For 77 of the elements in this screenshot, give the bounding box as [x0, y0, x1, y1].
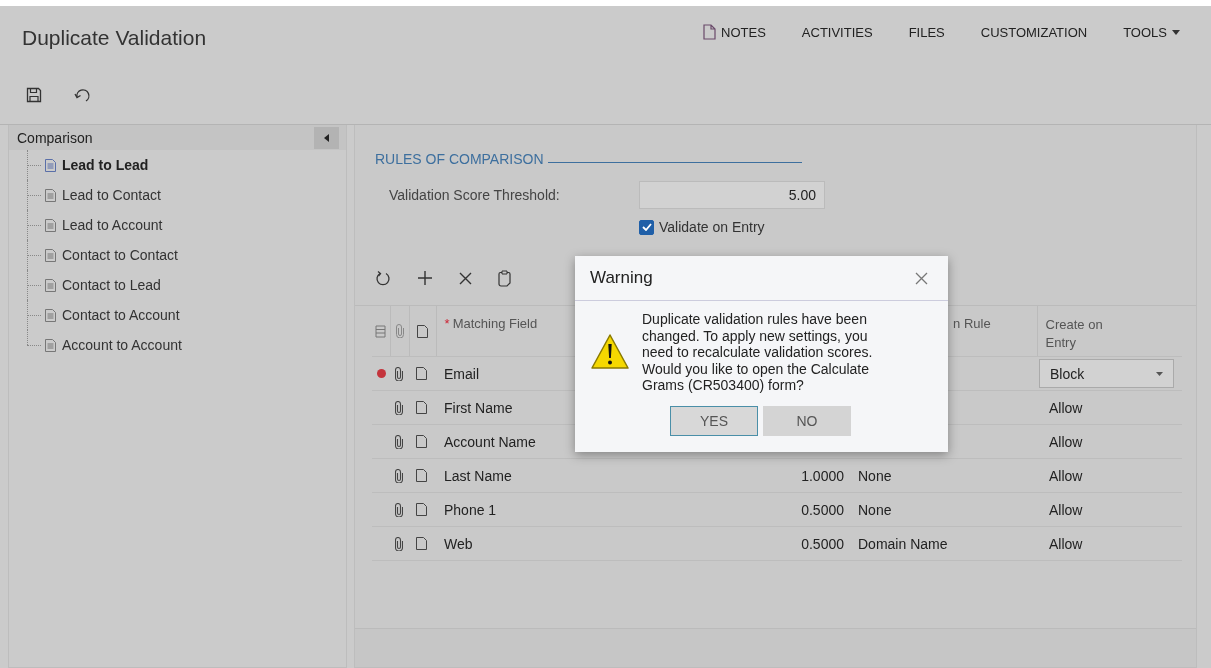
- document-icon[interactable]: [415, 503, 427, 516]
- table-cell: 0.5000: [801, 535, 844, 552]
- table-cell-text: Allow: [1048, 467, 1083, 484]
- field-label: Validation Score Threshold:: [388, 187, 561, 203]
- warning-icon: [590, 333, 630, 372]
- paperclip-icon[interactable]: [395, 366, 403, 381]
- table-cell: Domain Name: [858, 535, 948, 552]
- paperclip-icon[interactable]: [395, 434, 403, 449]
- threshold-field[interactable]: 5.00: [639, 181, 825, 209]
- tree-item[interactable]: Contact to Contact: [60, 245, 180, 265]
- table-cell: Account Name: [444, 433, 536, 450]
- validate-checkbox[interactable]: Validate on Entry: [639, 219, 765, 235]
- table-cell: None: [858, 501, 892, 518]
- dialog-button[interactable]: NO: [763, 405, 851, 436]
- menu-button[interactable]: TOOLS: [1106, 20, 1197, 44]
- paperclip-icon[interactable]: [395, 536, 403, 551]
- tree-item[interactable]: Lead to Contact: [60, 185, 163, 205]
- undo-icon[interactable]: [74, 88, 92, 102]
- table-cell: 0.5000: [801, 501, 844, 518]
- table-cell: Phone 1: [444, 501, 497, 518]
- dialog-button[interactable]: YES: [670, 405, 758, 436]
- document-icon: [45, 158, 56, 172]
- document-icon[interactable]: [415, 537, 427, 550]
- table-cell: Web: [444, 535, 473, 552]
- section-title: RULES OF COMPARISON: [375, 151, 544, 167]
- table-cell: None: [858, 467, 892, 484]
- close-icon[interactable]: [915, 271, 928, 285]
- collapse-button[interactable]: [314, 126, 339, 149]
- dialog-message: Duplicate validation rules have been changed. To apply new settings, you need to recalculate validation scores. Would you like to open the Calculate Grams (CR503400) form?: [642, 311, 874, 394]
- column-settings-icon[interactable]: [375, 324, 387, 338]
- menu-button[interactable]: FILES: [891, 20, 962, 44]
- paperclip-icon[interactable]: [395, 468, 403, 483]
- checkmark-icon: [641, 223, 652, 231]
- copy-icon[interactable]: [498, 269, 511, 287]
- caret-icon: [324, 133, 329, 142]
- add-icon[interactable]: [417, 270, 433, 286]
- dropdown-field[interactable]: Block: [1039, 359, 1174, 388]
- refresh-icon[interactable]: [375, 270, 391, 286]
- dialog-title: Warning: [590, 268, 653, 288]
- column-header[interactable]: Create on Entry: [1037, 306, 1182, 356]
- menu-button[interactable]: ACTIVITIES: [784, 20, 890, 44]
- document-icon[interactable]: [415, 367, 427, 380]
- table-cell: Last Name: [444, 467, 512, 484]
- save-icon[interactable]: [26, 87, 42, 103]
- document-icon: [703, 24, 717, 40]
- table-cell: Email: [444, 365, 479, 382]
- table-cell-text: Allow: [1048, 399, 1083, 416]
- paperclip-icon: [395, 324, 404, 338]
- menu-button[interactable]: NOTES: [686, 20, 783, 44]
- caret-icon: [1156, 371, 1163, 376]
- paperclip-icon[interactable]: [395, 502, 403, 517]
- document-icon: [45, 338, 56, 352]
- page-title: Duplicate Validation: [22, 26, 207, 50]
- table-cell-text: Allow: [1048, 501, 1083, 518]
- tree-item[interactable]: Contact to Account: [60, 305, 182, 325]
- document-icon: [45, 188, 56, 202]
- tree-item[interactable]: Contact to Lead: [60, 275, 163, 295]
- document-icon[interactable]: [415, 469, 427, 482]
- tree-item[interactable]: Lead to Account: [60, 215, 165, 235]
- document-icon: [45, 218, 56, 232]
- tree-item[interactable]: Lead to Lead: [60, 155, 151, 175]
- close-icon[interactable]: [459, 271, 472, 285]
- sidebar-title: Comparison: [17, 129, 93, 146]
- document-icon: [45, 248, 56, 262]
- document-icon[interactable]: [415, 435, 427, 448]
- document-icon: [45, 308, 56, 322]
- caret-icon: [1172, 29, 1180, 35]
- tree-item[interactable]: Account to Account: [60, 335, 184, 355]
- document-icon: [417, 324, 429, 338]
- table-cell-text: Allow: [1048, 433, 1083, 450]
- menu-button[interactable]: CUSTOMIZATION: [963, 20, 1105, 44]
- document-icon: [45, 278, 56, 292]
- document-icon[interactable]: [415, 401, 427, 414]
- table-cell: 1.0000: [801, 467, 844, 484]
- table-cell-text: Allow: [1048, 535, 1083, 552]
- table-cell: First Name: [444, 399, 513, 416]
- paperclip-icon[interactable]: [395, 400, 403, 415]
